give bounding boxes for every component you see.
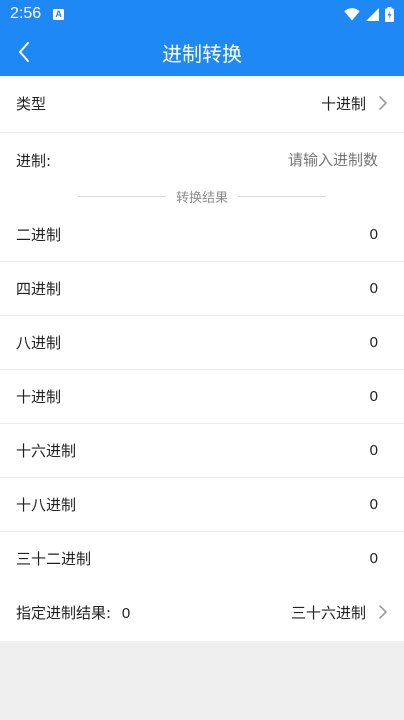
result-value: 0 bbox=[369, 441, 378, 459]
section-title: 转换结果 bbox=[175, 190, 228, 206]
result-label: 十八进制 bbox=[16, 495, 77, 514]
result-value: 0 bbox=[369, 279, 378, 297]
status-icons bbox=[344, 6, 394, 22]
page-title: 进制转换 bbox=[162, 41, 242, 66]
result-value: 0 bbox=[369, 495, 378, 513]
custom-result-value: 0 bbox=[121, 604, 131, 622]
result-row-base18: 十八进制 0 bbox=[0, 477, 404, 531]
result-label: 十六进制 bbox=[16, 441, 77, 460]
result-label: 八进制 bbox=[16, 333, 62, 352]
status-bar: 2:56 A bbox=[0, 0, 404, 28]
type-label: 类型 bbox=[16, 94, 47, 113]
custom-result-label: 指定进制结果: 0 bbox=[16, 602, 130, 623]
result-row-base32: 三十二进制 0 bbox=[0, 531, 404, 585]
result-row-binary: 二进制 0 bbox=[0, 207, 404, 261]
results-section-header: 转换结果 bbox=[0, 186, 404, 206]
chevron-right-icon bbox=[379, 96, 387, 110]
type-selector-row[interactable]: 类型 十进制 bbox=[0, 76, 404, 130]
result-row-octal: 八进制 0 bbox=[0, 315, 404, 369]
result-row-quaternary: 四进制 0 bbox=[0, 261, 404, 315]
custom-base-selector: 三十六进制 bbox=[290, 603, 366, 622]
custom-result-title: 指定进制结果: bbox=[16, 603, 112, 622]
chevron-right-icon bbox=[379, 605, 387, 619]
empty-area bbox=[0, 641, 404, 720]
result-label: 二进制 bbox=[16, 225, 62, 244]
input-label: 进制: bbox=[16, 151, 52, 170]
section-line-left bbox=[77, 195, 166, 197]
result-label: 四进制 bbox=[16, 279, 62, 298]
result-row-decimal: 十进制 0 bbox=[0, 369, 404, 423]
wifi-icon bbox=[344, 7, 360, 20]
result-label: 十进制 bbox=[16, 387, 62, 406]
section-line-right bbox=[238, 195, 326, 197]
custom-base-row[interactable]: 指定进制结果: 0 三十六进制 bbox=[0, 585, 404, 639]
type-value: 十进制 bbox=[320, 94, 366, 113]
result-row-hexadecimal: 十六进制 0 bbox=[0, 423, 404, 477]
result-value: 0 bbox=[369, 225, 378, 243]
number-input[interactable] bbox=[178, 151, 378, 169]
converter-panel: 类型 十进制 进制: 转换结果 二进制 0 四进制 0 八进制 0 十进制 0 … bbox=[0, 76, 404, 641]
number-input-row: 进制: bbox=[0, 133, 404, 187]
notification-a-icon: A bbox=[53, 8, 65, 20]
signal-icon bbox=[366, 7, 379, 21]
status-left: 2:56 A bbox=[10, 5, 65, 23]
result-value: 0 bbox=[369, 549, 378, 567]
result-value: 0 bbox=[369, 333, 378, 351]
status-time: 2:56 bbox=[10, 5, 42, 22]
app-bar: 进制转换 bbox=[0, 28, 404, 76]
battery-icon bbox=[385, 6, 394, 22]
result-value: 0 bbox=[369, 387, 378, 405]
result-label: 三十二进制 bbox=[16, 549, 92, 568]
